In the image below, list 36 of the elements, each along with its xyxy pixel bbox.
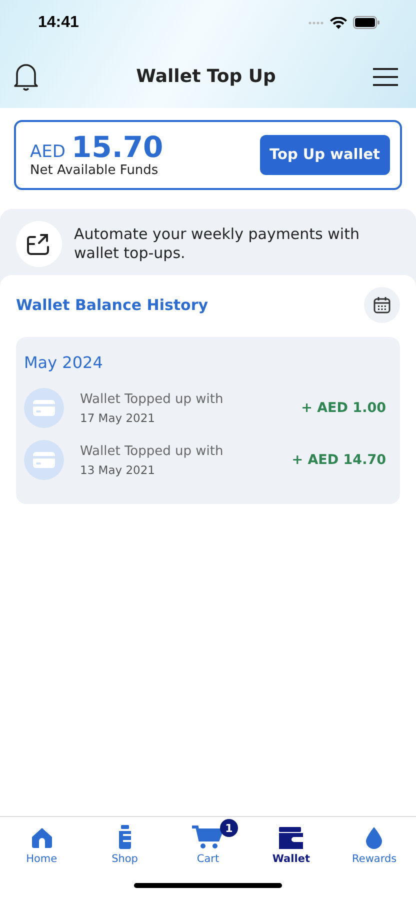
transaction-date: 17 May 2021 [80, 410, 156, 424]
transaction-date: 13 May 2021 [80, 462, 156, 476]
bell-icon[interactable] [13, 62, 39, 90]
balance-amount: 15.70 [71, 132, 164, 163]
cart-icon [192, 825, 224, 849]
tab-item[interactable]: Shop [90, 823, 160, 872]
card-icon [24, 440, 64, 480]
tab-item[interactable]: Wallet [256, 823, 326, 872]
home-icon [30, 827, 53, 849]
battery-icon [353, 16, 380, 29]
auto-topup-icon [16, 221, 62, 267]
bottle-icon [116, 825, 133, 849]
wallet-icon [279, 827, 304, 849]
top-up-button[interactable]: Top Up wallet [260, 135, 390, 175]
calendar-button[interactable] [364, 287, 400, 323]
transaction-amount: + AED 14.70 [292, 452, 386, 468]
promo-text: Automate your weekly payments with wallet top-ups. [74, 225, 360, 263]
menu-icon[interactable] [373, 68, 398, 86]
currency-label: AED [30, 142, 66, 162]
history-title: Wallet Balance History [16, 296, 208, 314]
page-title: Wallet Top Up [136, 66, 276, 87]
tab-item[interactable]: Rewards [339, 823, 410, 872]
cart-count-badge: 1 [220, 819, 238, 837]
drop-icon [366, 827, 382, 849]
tab-item[interactable]: Home [6, 823, 77, 872]
wifi-icon [330, 16, 347, 28]
signal-icon [308, 20, 324, 24]
transaction-label: Wallet Topped up with [80, 444, 224, 458]
calendar-icon [373, 296, 391, 314]
month-heading: May 2024 [24, 353, 104, 372]
card-icon [24, 388, 64, 428]
transaction-amount: + AED 1.00 [301, 400, 386, 416]
promo-banner[interactable]: Automate your weekly payments with wallet top-ups. [0, 209, 416, 275]
balance-caption: Net Available Funds [30, 162, 160, 178]
transaction-label: Wallet Topped up with [80, 392, 224, 406]
status-time: 14:41 [38, 14, 79, 32]
